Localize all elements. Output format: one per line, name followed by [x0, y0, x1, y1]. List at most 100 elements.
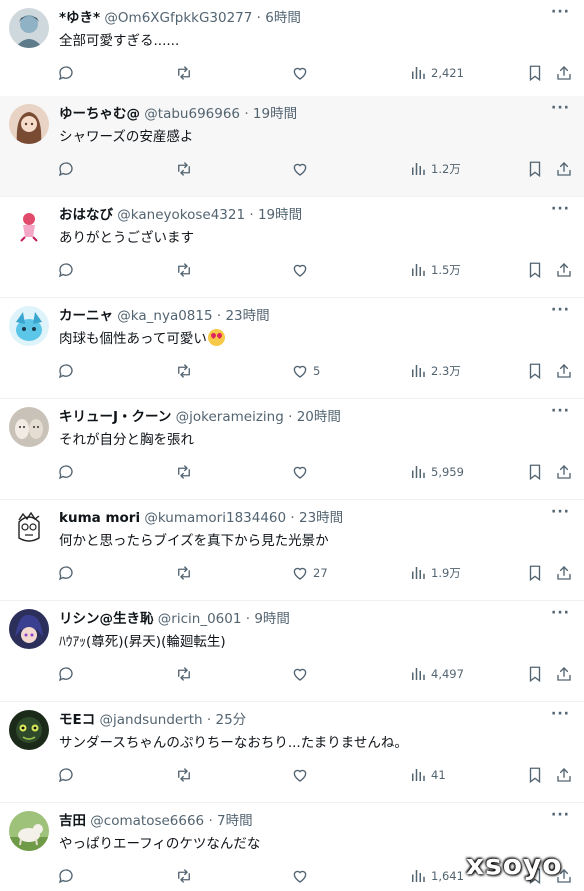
more-options-icon[interactable]: ···: [551, 807, 570, 823]
tweet[interactable]: カーニャ @ka_nya0815 · 23時間 ··· 肉球も個性あって可愛い …: [0, 298, 584, 399]
avatar[interactable]: [9, 8, 49, 48]
like-button[interactable]: [291, 159, 313, 179]
retweet-button[interactable]: [175, 462, 193, 482]
tweet[interactable]: *ゆき* @Om6XGfpkkG30277 · 6時間 ··· 全部可愛すぎる.…: [0, 0, 584, 101]
views-button[interactable]: 4,497: [409, 664, 464, 684]
views-button[interactable]: 41: [409, 765, 446, 785]
reply-button[interactable]: [57, 462, 75, 482]
tweet[interactable]: リシン@生き恥 @ricin_0601 · 9時間 ··· ﾊｳｱｯ(尊死)(昇…: [0, 601, 584, 702]
timestamp[interactable]: 23時間: [299, 510, 343, 526]
bookmark-button[interactable]: [526, 63, 544, 83]
retweet-button[interactable]: [175, 260, 193, 280]
views-button[interactable]: 5,959: [409, 462, 464, 482]
timestamp[interactable]: 7時間: [217, 813, 253, 829]
timestamp[interactable]: 6時間: [265, 10, 301, 26]
reply-button[interactable]: [57, 260, 75, 280]
retweet-button[interactable]: [175, 63, 193, 83]
bookmark-button[interactable]: [526, 563, 544, 583]
more-options-icon[interactable]: ···: [551, 403, 570, 419]
display-name[interactable]: kuma mori: [59, 510, 140, 526]
more-options-icon[interactable]: ···: [551, 100, 570, 116]
user-handle[interactable]: @kumamori1834460: [144, 510, 286, 526]
retweet-button[interactable]: [175, 664, 193, 684]
user-handle[interactable]: @kaneyokose4321: [117, 207, 245, 223]
display-name[interactable]: カーニャ: [59, 308, 113, 324]
reply-button[interactable]: [57, 361, 75, 381]
display-name[interactable]: 吉田: [59, 813, 86, 829]
share-button[interactable]: [555, 159, 573, 179]
like-button[interactable]: [291, 765, 313, 785]
avatar[interactable]: [9, 407, 49, 447]
user-handle[interactable]: @jokeramеizing: [176, 409, 284, 425]
timestamp[interactable]: 9時間: [254, 611, 290, 627]
views-button[interactable]: 1.2万: [409, 159, 461, 179]
tweet[interactable]: ゆーちゃむ@ @tabu696966 · 19時間 ··· シャワーズの安産感よ…: [0, 96, 584, 197]
views-button[interactable]: 2,421: [409, 63, 464, 83]
like-button[interactable]: [291, 462, 313, 482]
tweet[interactable]: モEコ @jandsunderth · 25分 ··· サンダースちゃんのぷりち…: [0, 702, 584, 803]
views-button[interactable]: 1.9万: [409, 563, 461, 583]
timestamp[interactable]: 25分: [216, 712, 247, 728]
user-handle[interactable]: @comatose6666: [90, 813, 204, 829]
display-name[interactable]: キリューJ・クーン: [59, 409, 171, 425]
user-handle[interactable]: @Om6XGfpkkG30277: [104, 10, 252, 26]
reply-button[interactable]: [57, 866, 75, 886]
more-options-icon[interactable]: ···: [551, 4, 570, 20]
avatar[interactable]: [9, 811, 49, 851]
share-button[interactable]: [555, 563, 573, 583]
retweet-button[interactable]: [175, 866, 193, 886]
bookmark-button[interactable]: [526, 664, 544, 684]
share-button[interactable]: [555, 63, 573, 83]
display-name[interactable]: ゆーちゃむ@: [59, 106, 140, 122]
share-button[interactable]: [555, 462, 573, 482]
avatar[interactable]: [9, 205, 49, 245]
like-button[interactable]: [291, 63, 313, 83]
display-name[interactable]: おはなび: [59, 207, 113, 223]
retweet-button[interactable]: [175, 361, 193, 381]
timestamp[interactable]: 23時間: [225, 308, 269, 324]
avatar[interactable]: [9, 104, 49, 144]
avatar[interactable]: [9, 306, 49, 346]
retweet-button[interactable]: [175, 765, 193, 785]
more-options-icon[interactable]: ···: [551, 302, 570, 318]
user-handle[interactable]: @ricin_0601: [158, 611, 242, 627]
reply-button[interactable]: [57, 63, 75, 83]
tweet[interactable]: kuma mori @kumamori1834460 · 23時間 ··· 何か…: [0, 500, 584, 601]
reply-button[interactable]: [57, 563, 75, 583]
share-button[interactable]: [555, 664, 573, 684]
bookmark-button[interactable]: [526, 159, 544, 179]
user-handle[interactable]: @tabu696966: [144, 106, 240, 122]
like-button[interactable]: 5: [291, 361, 320, 381]
views-button[interactable]: 1,641: [409, 866, 464, 886]
like-button[interactable]: [291, 260, 313, 280]
tweet[interactable]: おはなび @kaneyokose4321 · 19時間 ··· ありがとうござい…: [0, 197, 584, 298]
avatar[interactable]: [9, 508, 49, 548]
reply-button[interactable]: [57, 765, 75, 785]
share-button[interactable]: [555, 765, 573, 785]
display-name[interactable]: リシン@生き恥: [59, 611, 154, 627]
user-handle[interactable]: @ka_nya0815: [117, 308, 212, 324]
retweet-button[interactable]: [175, 563, 193, 583]
display-name[interactable]: *ゆき*: [59, 10, 100, 26]
like-button[interactable]: [291, 664, 313, 684]
views-button[interactable]: 2.3万: [409, 361, 461, 381]
display-name[interactable]: モEコ: [59, 712, 95, 728]
more-options-icon[interactable]: ···: [551, 706, 570, 722]
user-handle[interactable]: @jandsunderth: [100, 712, 203, 728]
timestamp[interactable]: 19時間: [253, 106, 297, 122]
timestamp[interactable]: 20時間: [297, 409, 341, 425]
bookmark-button[interactable]: [526, 462, 544, 482]
retweet-button[interactable]: [175, 159, 193, 179]
avatar[interactable]: [9, 609, 49, 649]
avatar[interactable]: [9, 710, 49, 750]
bookmark-button[interactable]: [526, 260, 544, 280]
bookmark-button[interactable]: [526, 361, 544, 381]
bookmark-button[interactable]: [526, 765, 544, 785]
timestamp[interactable]: 19時間: [258, 207, 302, 223]
more-options-icon[interactable]: ···: [551, 605, 570, 621]
tweet[interactable]: キリューJ・クーン @jokeramеizing · 20時間 ··· それが自…: [0, 399, 584, 500]
like-button[interactable]: 27: [291, 563, 328, 583]
share-button[interactable]: [555, 260, 573, 280]
like-button[interactable]: [291, 866, 313, 886]
reply-button[interactable]: [57, 159, 75, 179]
